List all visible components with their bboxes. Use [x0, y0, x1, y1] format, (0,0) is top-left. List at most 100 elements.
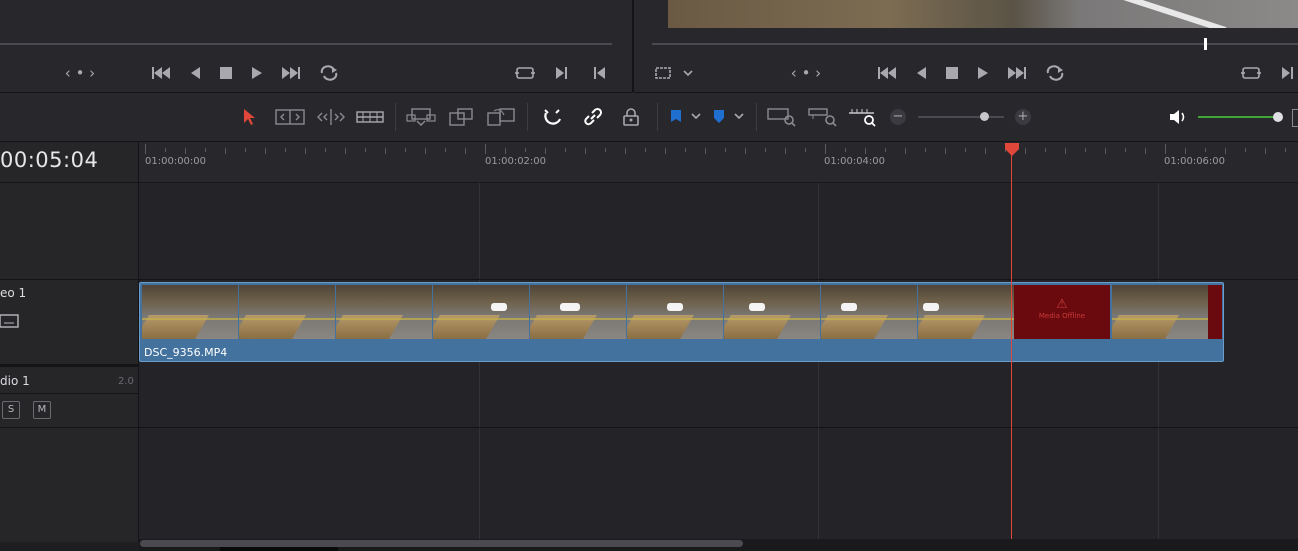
- ruler-tick: [625, 148, 626, 154]
- ruler-tick: [685, 148, 686, 152]
- position-lock-icon[interactable]: [621, 107, 641, 131]
- selection-tool-icon[interactable]: [241, 108, 257, 130]
- ruler-tick: [1285, 148, 1286, 152]
- clip-thumbnail: [433, 285, 529, 339]
- car-shape: [560, 303, 580, 311]
- solo-button[interactable]: S: [2, 401, 20, 419]
- full-extent-zoom-icon[interactable]: [767, 107, 797, 131]
- ruler-tick: [165, 148, 166, 152]
- program-play-reverse-icon[interactable]: [914, 64, 928, 82]
- car-shape: [923, 303, 939, 311]
- snapping-icon[interactable]: [542, 107, 564, 131]
- zoom-slider-handle[interactable]: [980, 112, 989, 121]
- loop-icon[interactable]: [318, 64, 340, 82]
- flag-blue-icon[interactable]: [668, 108, 704, 130]
- program-jump-to-start-icon[interactable]: [876, 64, 898, 82]
- ruler-tick: [1145, 148, 1146, 154]
- clip-thumbnail: [627, 285, 723, 339]
- toolbar-separator: [657, 103, 658, 131]
- ruler-tick: [1265, 148, 1266, 154]
- source-scrub-bar[interactable]: [0, 43, 612, 45]
- jump-to-start-icon[interactable]: [150, 64, 172, 82]
- zoom-in-button[interactable]: +: [1015, 109, 1031, 125]
- playhead-handle-icon[interactable]: [1004, 142, 1020, 161]
- ruler-tick: [1245, 148, 1246, 152]
- mark-out-icon[interactable]: [592, 64, 608, 82]
- audio-track-1-channels: 2.0: [118, 376, 134, 387]
- program-jump-to-end-icon[interactable]: [1006, 64, 1028, 82]
- program-playhead-marker[interactable]: [1204, 38, 1207, 50]
- car-shape: [491, 303, 507, 311]
- volume-slider[interactable]: [1198, 116, 1280, 118]
- timeline-ruler[interactable]: 01:00:00:00 01:00:02:00 01:00:04:00 01:0…: [139, 142, 1298, 183]
- ruler-tick: [505, 148, 506, 154]
- clip-name: DSC_9356.MP4: [144, 346, 228, 359]
- ruler-label: 01:00:00:00: [145, 156, 207, 167]
- jump-to-end-icon[interactable]: [280, 64, 302, 82]
- program-match-frame-icon[interactable]: [1240, 64, 1262, 82]
- ruler-tick: [185, 148, 186, 154]
- ruler-tick: [965, 148, 966, 152]
- blade-tool-icon[interactable]: [356, 108, 384, 130]
- scroll-edge: [220, 547, 338, 551]
- toolbar-separator: [756, 103, 757, 131]
- video-clip[interactable]: ⚠ Media Offline DSC_9356.MP4: [139, 282, 1224, 362]
- program-play-icon[interactable]: [976, 64, 990, 82]
- mark-in-icon[interactable]: [554, 64, 570, 82]
- play-reverse-icon[interactable]: [188, 64, 202, 82]
- ruler-label: 01:00:02:00: [485, 156, 547, 167]
- timeline-timecode[interactable]: 00:05:04: [0, 148, 98, 172]
- clip-thumbnail: [142, 285, 238, 339]
- ruler-tick: [345, 148, 346, 154]
- program-loop-icon[interactable]: [1044, 64, 1066, 82]
- marker-blue-icon[interactable]: [711, 108, 747, 130]
- mixer-toggle-icon[interactable]: [1292, 109, 1298, 127]
- ruler-tick: [645, 148, 646, 152]
- zoom-out-button[interactable]: −: [890, 109, 906, 125]
- track-header-panel: [0, 142, 139, 542]
- ruler-tick: [145, 144, 146, 154]
- ruler-tick: [1105, 148, 1106, 154]
- ruler-tick: [205, 148, 206, 152]
- custom-zoom-icon[interactable]: [848, 107, 878, 131]
- clip-thumbnail: [530, 285, 626, 339]
- playhead-line[interactable]: [1011, 150, 1012, 539]
- program-video-frame: [668, 0, 1298, 28]
- media-offline-tail: [1208, 285, 1222, 339]
- detail-zoom-icon[interactable]: [808, 107, 838, 131]
- video-track-1-label[interactable]: eo 1: [0, 286, 26, 300]
- ruler-tick: [745, 148, 746, 154]
- replace-clip-icon[interactable]: [486, 107, 516, 131]
- volume-icon[interactable]: [1168, 107, 1190, 131]
- zoom-slider-track[interactable]: [918, 116, 1004, 118]
- ruler-tick: [545, 148, 546, 154]
- stop-icon[interactable]: [219, 64, 233, 82]
- volume-slider-handle[interactable]: [1273, 112, 1283, 122]
- program-stop-icon[interactable]: [945, 64, 959, 82]
- ruler-tick: [1085, 148, 1086, 152]
- mute-button[interactable]: M: [33, 401, 51, 419]
- source-nav-dots[interactable]: ‹ • ›: [58, 64, 102, 82]
- clip-thumbnail: [918, 285, 1014, 339]
- program-mark-in-icon[interactable]: [1280, 64, 1296, 82]
- scrollbar-thumb[interactable]: [140, 540, 743, 547]
- audio-track-1-label[interactable]: dio 1: [0, 374, 30, 388]
- program-scrub-bar[interactable]: [652, 43, 1298, 45]
- overwrite-clip-icon[interactable]: [448, 107, 474, 131]
- edit-toolbar: − +: [0, 93, 1298, 142]
- viewer-crop-icon[interactable]: [654, 64, 694, 82]
- insert-clip-icon[interactable]: [406, 107, 436, 131]
- video-track-1-output-icon[interactable]: [0, 313, 22, 332]
- ruler-tick: [485, 144, 486, 154]
- linked-selection-icon[interactable]: [582, 107, 604, 131]
- trim-edit-tool-icon[interactable]: [275, 108, 305, 130]
- play-icon[interactable]: [250, 64, 264, 82]
- car-shape: [749, 303, 765, 311]
- program-nav-dots[interactable]: ‹ • ›: [784, 64, 828, 82]
- match-frame-icon[interactable]: [514, 64, 536, 82]
- dynamic-trim-tool-icon[interactable]: [316, 108, 346, 130]
- ruler-tick: [1185, 148, 1186, 154]
- clip-thumbnail: [724, 285, 820, 339]
- ruler-tick: [1205, 148, 1206, 152]
- ruler-tick: [1025, 148, 1026, 154]
